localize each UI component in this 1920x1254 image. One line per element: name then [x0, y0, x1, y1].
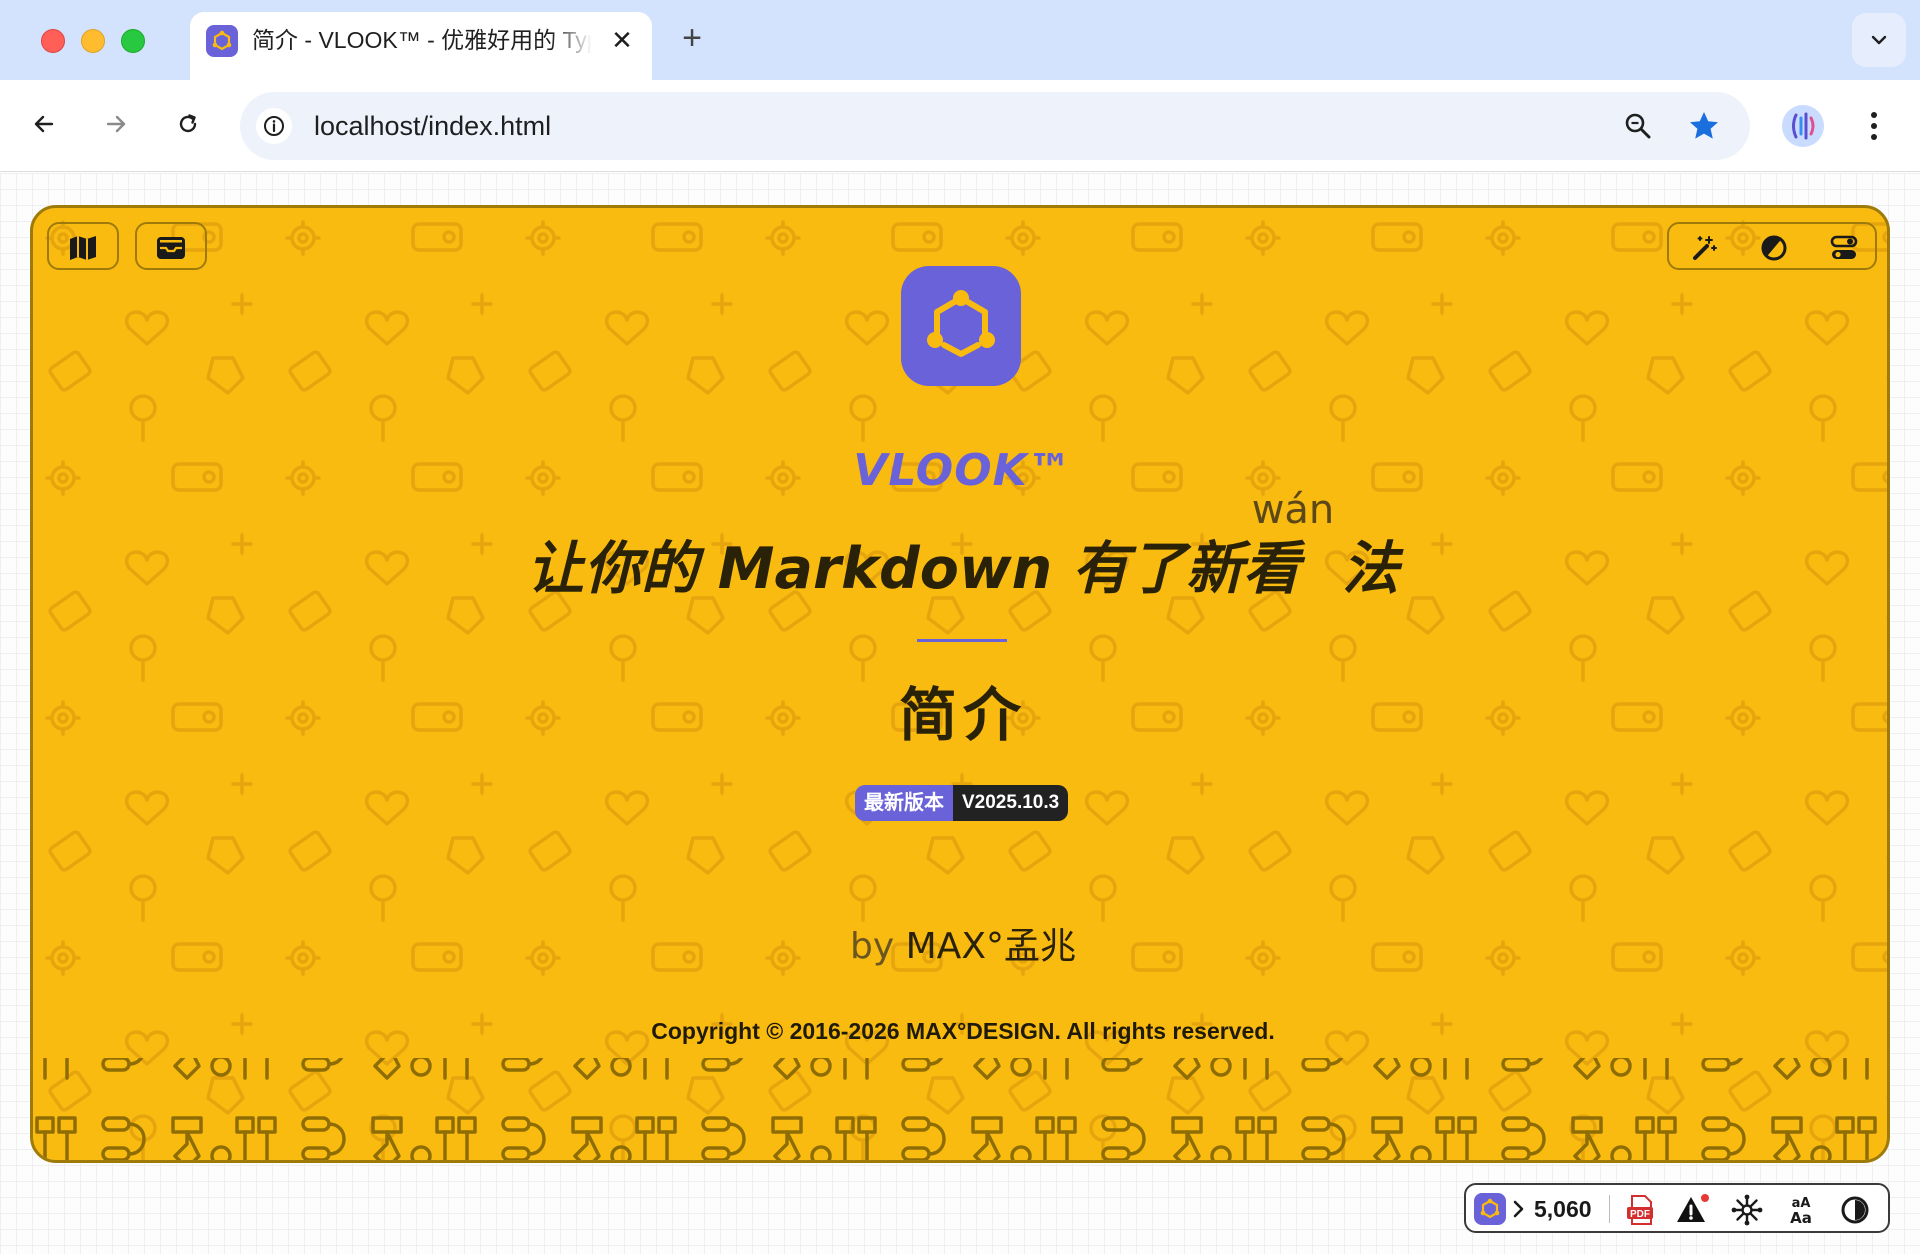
slogan-end: 法	[1342, 536, 1400, 602]
version-badge: 最新版本 V2025.10.3	[855, 785, 1069, 821]
back-button[interactable]	[22, 102, 66, 146]
tab-title: 简介 - VLOOK™ - 优雅好用的 Typora/Markdown 主题包和…	[252, 27, 592, 53]
zoom-button[interactable]	[1622, 110, 1654, 142]
tab-close-icon[interactable]: ✕	[608, 26, 636, 54]
bookmark-star-button[interactable]	[1686, 108, 1722, 144]
reload-icon	[179, 114, 197, 133]
ruby-annotation: wán	[1251, 487, 1335, 533]
star-filled-icon	[1690, 112, 1718, 139]
font-icon-bottom-label: Aa	[1790, 1209, 1812, 1227]
chevron-down-icon	[1871, 35, 1887, 45]
tab-search-button[interactable]	[1852, 13, 1906, 67]
brand-name: VLOOK™	[853, 445, 1073, 496]
info-icon	[264, 116, 284, 136]
vlook-status-bar: 5,060 PDF aA Aa	[1464, 1183, 1890, 1233]
magic-wand-icon[interactable]	[1689, 234, 1719, 262]
slogan: 让你的 Markdown 有了新看法	[33, 534, 1887, 604]
browser-tab-active[interactable]: 简介 - VLOOK™ - 优雅好用的 Typora/Markdown 主题包和…	[190, 12, 652, 80]
url-text[interactable]: localhost/index.html	[314, 110, 551, 142]
reload-button[interactable]	[166, 102, 210, 146]
author-name: MAX°孟兆	[905, 926, 1076, 967]
map-icon	[70, 236, 96, 260]
alert-button[interactable]	[1676, 1193, 1710, 1227]
copyright-text: Copyright © 2016-2026 MAX°DESIGN. All ri…	[651, 1018, 1275, 1044]
arrow-right-icon	[106, 115, 126, 133]
slogan-main: 让你的 Markdown 有了新	[526, 536, 1244, 602]
author-by: by	[850, 926, 895, 967]
outline-map-button[interactable]	[47, 222, 119, 270]
section-title: 简介	[898, 681, 1027, 749]
vlook-logo-icon	[927, 290, 995, 357]
browser-toolbar: localhost/index.html	[0, 80, 1920, 172]
export-pdf-button[interactable]: PDF	[1624, 1193, 1658, 1227]
network-nodes-icon	[1731, 1194, 1763, 1226]
document-page: VLOOK™ wán 让你的 Markdown 有了新看法 简介 最新版本 V2…	[0, 173, 1920, 1254]
slogan-ruby-base: 看	[1243, 536, 1301, 602]
pdf-icon-label: PDF	[1630, 1209, 1650, 1220]
browser-menu-button[interactable]	[1862, 106, 1886, 146]
tab-strip: 简介 - VLOOK™ - 优雅好用的 Typora/Markdown 主题包和…	[0, 0, 1920, 80]
color-scheme-icon[interactable]	[1759, 234, 1789, 262]
zoom-magnifier-icon	[1625, 113, 1651, 139]
pdf-icon: PDF	[1627, 1195, 1653, 1225]
status-separator	[1609, 1195, 1610, 1223]
version-value: V2025.10.3	[953, 785, 1069, 821]
site-info-button[interactable]	[256, 108, 292, 144]
new-tab-button[interactable]: +	[676, 20, 708, 56]
author-line: by MAX°孟兆	[33, 924, 1887, 970]
more-vertical-icon	[1871, 112, 1877, 140]
contrast-mode-button[interactable]	[1838, 1193, 1872, 1227]
toolbox-button[interactable]	[135, 222, 207, 270]
address-bar[interactable]: localhost/index.html	[240, 92, 1750, 160]
window-close-button[interactable]	[41, 29, 65, 53]
vlook-favicon-icon	[206, 25, 238, 57]
vlook-logo-icon	[1480, 1198, 1500, 1219]
title-divider	[917, 639, 1007, 642]
theme-tools-group	[1667, 222, 1877, 270]
forward-button[interactable]	[94, 102, 138, 146]
profile-avatar[interactable]	[1782, 105, 1824, 147]
font-style-button[interactable]: aA Aa	[1784, 1193, 1818, 1227]
contrast-half-icon	[1841, 1196, 1869, 1224]
window-zoom-button[interactable]	[121, 29, 145, 53]
layout-toggle-icon[interactable]	[1829, 234, 1859, 262]
cover-panel: VLOOK™ wán 让你的 Markdown 有了新看法 简介 最新版本 V2…	[30, 205, 1890, 1163]
font-case-icon: aA Aa	[1790, 1196, 1812, 1227]
arrow-left-icon	[34, 115, 54, 133]
sound-wave-avatar-icon	[1782, 105, 1824, 147]
node-graph-button[interactable]	[1730, 1193, 1764, 1227]
window-minimize-button[interactable]	[81, 29, 105, 53]
warning-triangle-icon	[1677, 1194, 1709, 1222]
word-count[interactable]: 5,060	[1534, 1195, 1592, 1223]
version-label: 最新版本	[855, 785, 953, 821]
inbox-tray-icon	[157, 237, 185, 259]
vlook-logo	[901, 266, 1021, 386]
vlook-mini-logo-button[interactable]	[1474, 1193, 1506, 1225]
chevron-right-icon[interactable]	[1512, 1197, 1526, 1221]
